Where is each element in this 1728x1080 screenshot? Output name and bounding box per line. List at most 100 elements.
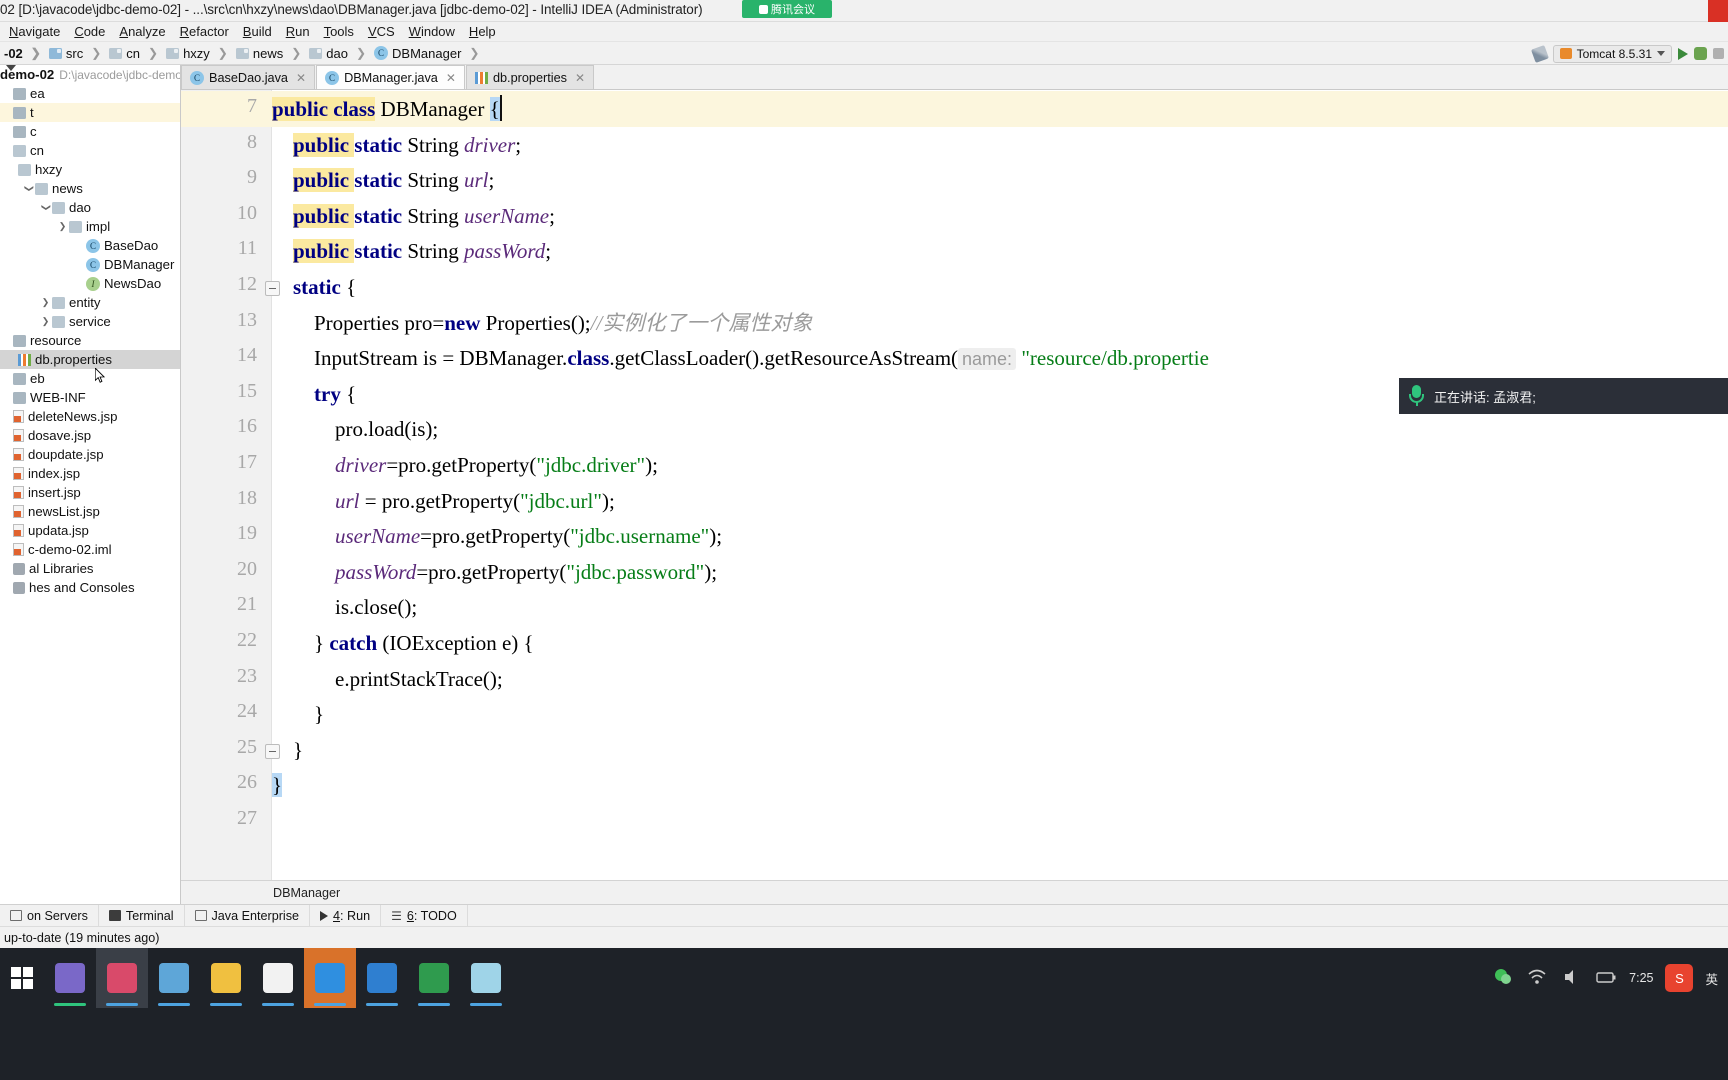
code-line-11[interactable]: public static String passWord; bbox=[272, 233, 1728, 269]
taskbar-app-notes-app[interactable] bbox=[460, 948, 512, 1008]
menu-item-tools[interactable]: Tools bbox=[317, 22, 361, 42]
tool-window-6-todo[interactable]: ☰ 6: TODO bbox=[381, 904, 468, 927]
taskbar-app-tencent-meeting[interactable] bbox=[304, 948, 356, 1008]
code-line-23[interactable]: e.printStackTrace(); bbox=[272, 661, 1728, 697]
close-icon[interactable]: ✕ bbox=[575, 71, 585, 85]
taskbar-clock[interactable]: 7:25 bbox=[1629, 971, 1653, 985]
tree-node-dosave-jsp[interactable]: dosave.jsp bbox=[0, 426, 180, 445]
code-content[interactable]: public class DBManager { public static S… bbox=[272, 90, 1728, 880]
code-line-8[interactable]: public static String driver; bbox=[272, 127, 1728, 163]
breadcrumb-item-cn[interactable]: cn ❯ bbox=[105, 46, 162, 61]
close-icon[interactable]: ✕ bbox=[296, 71, 306, 85]
tree-node-updata-jsp[interactable]: updata.jsp bbox=[0, 521, 180, 540]
tree-node-hxzy[interactable]: hxzy bbox=[0, 160, 180, 179]
tool-window-4-run[interactable]: 4: Run bbox=[310, 904, 382, 927]
breadcrumb-item-dbmanager[interactable]: C DBManager ❯ bbox=[370, 46, 483, 61]
search-everywhere-icon[interactable] bbox=[1530, 44, 1549, 63]
menu-item-vcs[interactable]: VCS bbox=[361, 22, 402, 42]
tree-node-t[interactable]: t bbox=[0, 103, 180, 122]
tree-node-entity[interactable]: entity bbox=[0, 293, 180, 312]
tree-node-c-demo-02-iml[interactable]: c-demo-02.iml bbox=[0, 540, 180, 559]
code-line-22[interactable]: } catch (IOException e) { bbox=[272, 625, 1728, 661]
breadcrumb-item-src[interactable]: src ❯ bbox=[45, 46, 105, 61]
tree-node-news[interactable]: news bbox=[0, 179, 180, 198]
tree-node-al-libraries[interactable]: al Libraries bbox=[0, 559, 180, 578]
breadcrumb-item-dao[interactable]: dao ❯ bbox=[305, 46, 370, 61]
editor-tab-db-properties[interactable]: db.properties ✕ bbox=[465, 65, 595, 89]
taskbar-app-typora-app[interactable] bbox=[252, 948, 304, 1008]
tree-node-resource[interactable]: resource bbox=[0, 331, 180, 350]
tool-window-terminal[interactable]: Terminal bbox=[99, 904, 185, 927]
tree-node-eb[interactable]: eb bbox=[0, 369, 180, 388]
tree-node-insert-jsp[interactable]: insert.jsp bbox=[0, 483, 180, 502]
menu-item-help[interactable]: Help bbox=[462, 22, 503, 42]
run-play-icon[interactable] bbox=[1678, 47, 1688, 60]
breadcrumb-item-news[interactable]: news ❯ bbox=[232, 46, 305, 61]
menu-item-window[interactable]: Window bbox=[402, 22, 462, 42]
editor-gutter[interactable]: 7 8 9 10 11 12 13 14 15 16 17 18 19 20 21 22 23 24 25 26 27 bbox=[181, 90, 280, 880]
taskbar-app-intellij-idea[interactable] bbox=[96, 948, 148, 1008]
battery-tray-icon[interactable] bbox=[1595, 967, 1617, 989]
tencent-meeting-badge[interactable]: 腾讯会议 bbox=[742, 0, 832, 18]
code-line-14[interactable]: InputStream is = DBManager.class.getClas… bbox=[272, 340, 1728, 376]
chevron-right-icon[interactable] bbox=[56, 221, 69, 232]
project-caret-icon[interactable] bbox=[6, 65, 20, 83]
code-line-19[interactable]: userName=pro.getProperty("jdbc.username"… bbox=[272, 518, 1728, 554]
stop-icon[interactable] bbox=[1713, 48, 1724, 59]
tree-node-dao[interactable]: dao bbox=[0, 198, 180, 217]
code-line-16[interactable]: pro.load(is); bbox=[272, 411, 1728, 447]
breadcrumb-item--02[interactable]: -02 ❯ bbox=[0, 46, 45, 61]
code-line-27[interactable] bbox=[272, 803, 1728, 839]
tree-node-basedao[interactable]: C BaseDao bbox=[0, 236, 180, 255]
tree-node-dbmanager[interactable]: C DBManager bbox=[0, 255, 180, 274]
tree-node-c[interactable]: c bbox=[0, 122, 180, 141]
start-button[interactable] bbox=[0, 948, 44, 1008]
code-editor[interactable]: 7 8 9 10 11 12 13 14 15 16 17 18 19 20 21 22 23 24 25 26 27 … bbox=[181, 90, 1728, 880]
wechat-tray-icon[interactable] bbox=[1493, 967, 1515, 989]
chevron-right-icon[interactable] bbox=[39, 316, 52, 327]
editor-tab-dbmanager-java[interactable]: C DBManager.java ✕ bbox=[316, 65, 465, 89]
code-line-13[interactable]: Properties pro=new Properties();//实例化了一个… bbox=[272, 305, 1728, 341]
window-close-button[interactable] bbox=[1708, 0, 1728, 22]
chevron-down-icon[interactable] bbox=[22, 183, 35, 194]
menu-item-refactor[interactable]: Refactor bbox=[173, 22, 236, 42]
code-line-20[interactable]: passWord=pro.getProperty("jdbc.password"… bbox=[272, 554, 1728, 590]
taskbar-app-file-explorer[interactable] bbox=[200, 948, 252, 1008]
tree-node-cn[interactable]: cn bbox=[0, 141, 180, 160]
network-tray-icon[interactable] bbox=[1527, 967, 1549, 989]
chevron-right-icon[interactable] bbox=[39, 297, 52, 308]
tree-node-deletenews-jsp[interactable]: deleteNews.jsp bbox=[0, 407, 180, 426]
volume-tray-icon[interactable] bbox=[1561, 967, 1583, 989]
taskbar-app-paint-app[interactable] bbox=[148, 948, 200, 1008]
code-line-9[interactable]: public static String url; bbox=[272, 162, 1728, 198]
code-line-25[interactable]: } bbox=[272, 732, 1728, 768]
taskbar-app-navicat-app[interactable] bbox=[356, 948, 408, 1008]
tree-node-newsdao[interactable]: I NewsDao bbox=[0, 274, 180, 293]
debug-bug-icon[interactable] bbox=[1694, 47, 1707, 60]
tree-node-impl[interactable]: impl bbox=[0, 217, 180, 236]
run-configuration-selector[interactable]: Tomcat 8.5.31 bbox=[1552, 44, 1672, 63]
tree-node-doupdate-jsp[interactable]: doupdate.jsp bbox=[0, 445, 180, 464]
tree-node-hes-and-consoles[interactable]: hes and Consoles bbox=[0, 578, 180, 597]
code-line-18[interactable]: url = pro.getProperty("jdbc.url"); bbox=[272, 483, 1728, 519]
tool-window-on-servers[interactable]: on Servers bbox=[0, 904, 99, 927]
sogou-ime-icon[interactable]: S bbox=[1665, 964, 1694, 992]
taskbar-app-hbuilder-app[interactable] bbox=[408, 948, 460, 1008]
tree-node-newslist-jsp[interactable]: newsList.jsp bbox=[0, 502, 180, 521]
tree-node-web-inf[interactable]: WEB-INF bbox=[0, 388, 180, 407]
code-line-21[interactable]: is.close(); bbox=[272, 589, 1728, 625]
menu-item-run[interactable]: Run bbox=[279, 22, 317, 42]
menu-item-analyze[interactable]: Analyze bbox=[112, 22, 172, 42]
taskbar-app-dolphin-app[interactable] bbox=[44, 948, 96, 1008]
menu-item-navigate[interactable]: Navigate bbox=[2, 22, 67, 42]
project-root-node[interactable]: demo-02 D:\javacode\jdbc-demo- bbox=[0, 65, 180, 84]
tree-node-db-properties[interactable]: db.properties bbox=[0, 350, 180, 369]
tree-node-ea[interactable]: ea bbox=[0, 84, 180, 103]
chevron-down-icon[interactable] bbox=[39, 202, 52, 213]
code-line-12[interactable]: static { bbox=[272, 269, 1728, 305]
tree-node-index-jsp[interactable]: index.jsp bbox=[0, 464, 180, 483]
code-line-24[interactable]: } bbox=[272, 696, 1728, 732]
code-line-17[interactable]: driver=pro.getProperty("jdbc.driver"); bbox=[272, 447, 1728, 483]
code-line-7[interactable]: public class DBManager { bbox=[272, 91, 1728, 127]
code-line-10[interactable]: public static String userName; bbox=[272, 198, 1728, 234]
